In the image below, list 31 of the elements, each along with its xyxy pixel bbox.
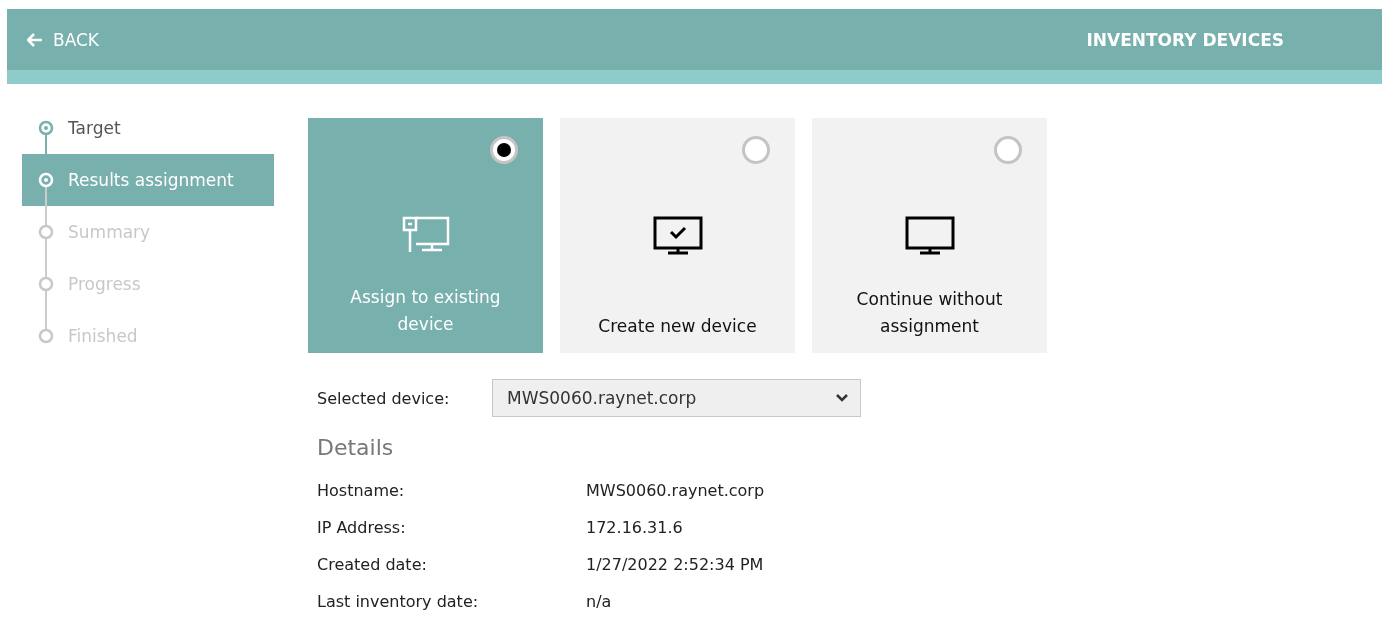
wizard-step[interactable]: Results assignment bbox=[22, 154, 274, 206]
detail-value: 1/27/2022 2:52:34 PM bbox=[586, 555, 764, 574]
chevron-down-icon bbox=[836, 394, 848, 402]
option-card[interactable]: Create new device bbox=[560, 118, 795, 353]
detail-value: n/a bbox=[586, 592, 612, 611]
section-title: Details bbox=[317, 435, 395, 460]
option-card[interactable]: Assign to existing device bbox=[308, 118, 543, 353]
step-indicator-icon bbox=[38, 172, 54, 188]
device-link-icon bbox=[401, 216, 450, 254]
back-arrow-icon bbox=[27, 32, 43, 47]
detail-label: Created date: bbox=[317, 555, 428, 574]
step-indicator-icon bbox=[38, 276, 54, 292]
radio-button[interactable] bbox=[994, 136, 1022, 164]
field-label: Selected device: bbox=[317, 388, 451, 408]
device-dropdown[interactable]: MWS0060.raynet.corp bbox=[492, 379, 861, 417]
option-card[interactable]: Continue without assignment bbox=[812, 118, 1047, 353]
detail-label: Last inventory date: bbox=[317, 592, 480, 611]
detail-value: MWS0060.raynet.corp bbox=[586, 481, 765, 500]
detail-value: 172.16.31.6 bbox=[586, 518, 683, 537]
monitor-icon bbox=[904, 216, 955, 256]
detail-label: Hostname: bbox=[317, 481, 406, 500]
radio-button[interactable] bbox=[490, 136, 518, 164]
radio-button[interactable] bbox=[742, 136, 770, 164]
step-indicator-icon bbox=[38, 328, 54, 344]
wizard-step[interactable]: Target bbox=[22, 102, 274, 154]
monitor-check-icon bbox=[652, 216, 703, 256]
step-indicator-icon bbox=[38, 120, 54, 136]
step-indicator-icon bbox=[38, 224, 54, 240]
back-button[interactable]: BACK bbox=[23, 25, 103, 54]
page-title: INVENTORY DEVICES bbox=[1086, 29, 1284, 50]
detail-label: IP Address: bbox=[317, 518, 407, 537]
